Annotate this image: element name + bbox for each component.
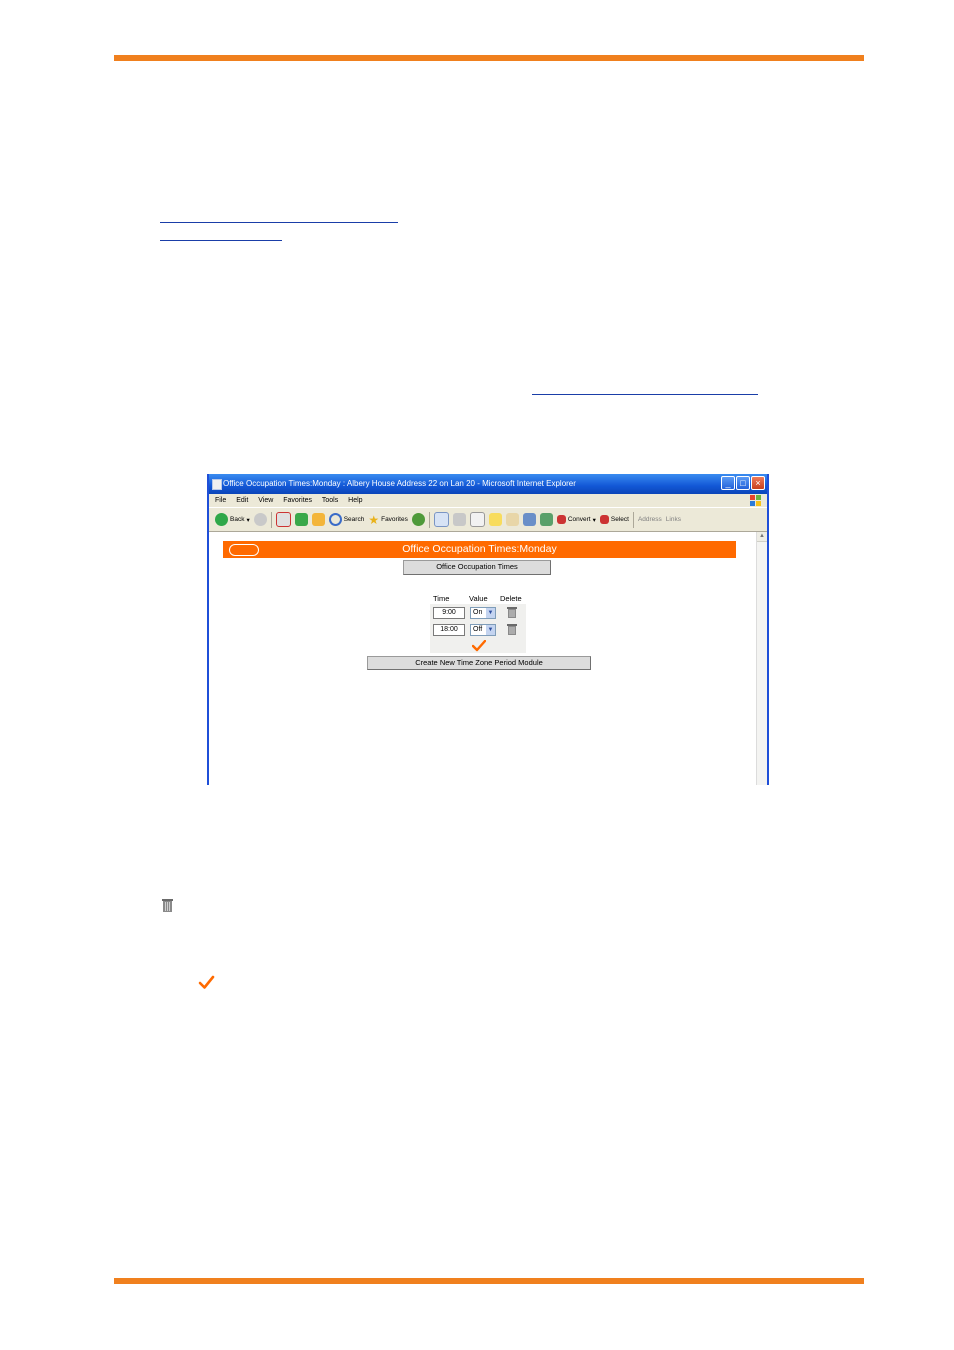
discuss-icon[interactable] xyxy=(488,513,502,526)
favorites-button[interactable]: ★ Favorites xyxy=(368,513,408,527)
select-icon xyxy=(599,515,609,524)
favorites-label: Favorites xyxy=(381,516,408,523)
convert-label: Convert xyxy=(567,516,591,523)
menu-view[interactable]: View xyxy=(258,497,273,504)
menu-bar: File Edit View Favorites Tools Help xyxy=(209,494,767,507)
underline-link-2[interactable] xyxy=(160,240,282,241)
value-select-1-text: On xyxy=(473,609,483,616)
menu-file[interactable]: File xyxy=(215,497,226,504)
trash-icon[interactable] xyxy=(506,606,518,619)
time-input-1[interactable]: 9:00 xyxy=(433,607,465,619)
header-time: Time xyxy=(433,594,450,603)
browser-toolbar: Back ▾ Search ★ Favorites Convert ▾ Sele… xyxy=(209,507,767,532)
forward-arrow-icon[interactable] xyxy=(253,513,267,526)
browser-title: Office Occupation Times:Monday : Albery … xyxy=(223,479,576,488)
back-arrow-icon xyxy=(215,513,228,526)
page-heading-bar: Office Occupation Times:Monday xyxy=(223,541,736,558)
menu-help[interactable]: Help xyxy=(348,497,362,504)
mail-icon[interactable] xyxy=(433,512,449,527)
create-time-zone-button[interactable]: Create New Time Zone Period Module xyxy=(367,656,591,670)
menu-tools[interactable]: Tools xyxy=(322,497,338,504)
close-button[interactable]: × xyxy=(751,476,765,490)
chevron-down-icon: ▼ xyxy=(486,625,495,635)
value-select-2-text: Off xyxy=(473,626,483,633)
toolbar-separator xyxy=(270,511,272,528)
edit-icon[interactable] xyxy=(469,512,485,527)
toolbar-separator xyxy=(632,511,634,528)
contacts-icon[interactable] xyxy=(539,513,553,526)
minimize-button[interactable]: _ xyxy=(721,476,735,490)
convert-icon xyxy=(556,515,566,524)
value-select-1[interactable]: On ▼ xyxy=(470,607,496,619)
vertical-scrollbar[interactable]: ▲ xyxy=(756,532,767,785)
maximize-button[interactable]: □ xyxy=(736,476,750,490)
back-button[interactable]: Back ▾ xyxy=(215,513,250,526)
browser-window: Office Occupation Times:Monday : Albery … xyxy=(207,474,769,785)
toolbar-separator xyxy=(428,511,430,528)
page-title: Office Occupation Times:Monday xyxy=(402,543,557,555)
trash-icon[interactable] xyxy=(506,623,518,636)
select-button[interactable]: Select xyxy=(599,515,629,524)
menu-edit[interactable]: Edit xyxy=(236,497,248,504)
convert-button[interactable]: Convert ▾ xyxy=(556,515,596,524)
search-icon xyxy=(328,513,342,526)
ie-page-icon xyxy=(212,479,222,490)
header-value: Value xyxy=(469,594,488,603)
search-button[interactable]: Search xyxy=(328,513,365,526)
value-select-2[interactable]: Off ▼ xyxy=(470,624,496,636)
search-label: Search xyxy=(343,516,365,523)
browser-content: Office Occupation Times:Monday Office Oc… xyxy=(209,532,767,785)
logo-icon xyxy=(229,544,259,556)
refresh-icon[interactable] xyxy=(294,513,308,526)
star-icon: ★ xyxy=(368,512,380,527)
underline-link-1[interactable] xyxy=(160,222,398,223)
checkmark-icon[interactable] xyxy=(472,640,486,652)
scroll-up-arrow-icon[interactable]: ▲ xyxy=(757,532,767,542)
header-delete: Delete xyxy=(500,594,522,603)
history-icon[interactable] xyxy=(411,513,425,526)
print-icon[interactable] xyxy=(452,513,466,526)
trash-icon xyxy=(162,899,173,912)
select-label: Select xyxy=(610,516,629,523)
checkmark-icon xyxy=(198,975,215,989)
top-orange-rule xyxy=(114,55,864,61)
menu-favorites[interactable]: Favorites xyxy=(283,497,312,504)
messenger-icon[interactable] xyxy=(522,513,536,526)
back-label: Back xyxy=(230,516,245,523)
office-occupation-times-button[interactable]: Office Occupation Times xyxy=(403,560,551,575)
bottom-orange-rule xyxy=(114,1278,864,1284)
time-input-2[interactable]: 18:00 xyxy=(433,624,465,636)
stop-icon[interactable] xyxy=(275,512,291,527)
underline-link-3[interactable] xyxy=(532,394,758,395)
browser-title-bar: Office Occupation Times:Monday : Albery … xyxy=(209,474,767,494)
windows-logo-icon xyxy=(750,495,761,506)
links-label[interactable]: Links xyxy=(666,516,681,523)
chevron-down-icon: ▼ xyxy=(486,608,495,618)
address-label[interactable]: Address xyxy=(638,516,662,523)
home-icon[interactable] xyxy=(311,513,325,526)
research-icon[interactable] xyxy=(505,513,519,526)
